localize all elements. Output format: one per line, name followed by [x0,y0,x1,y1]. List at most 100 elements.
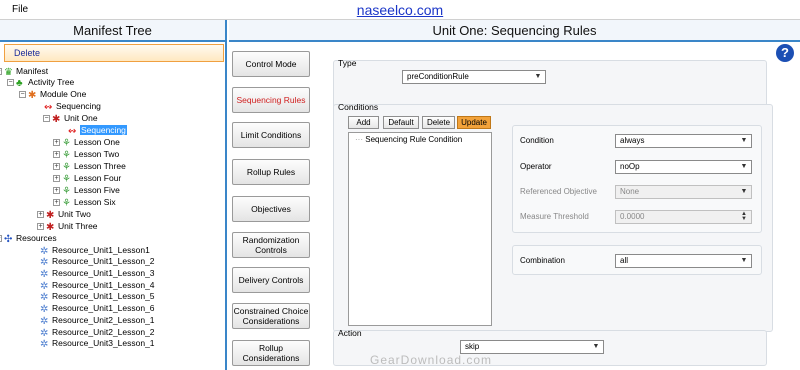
tree-item-label: Lesson Six [74,197,116,207]
add-condition-button[interactable]: Add [348,116,379,129]
expand-toggle-icon[interactable]: − [0,68,2,75]
chevron-down-icon: ▼ [740,163,748,170]
expand-toggle-icon[interactable]: − [19,91,26,98]
chevron-down-icon: ▼ [592,343,600,350]
expand-toggle-icon[interactable]: + [53,187,60,194]
combination-section: Combination all ▼ [512,245,762,275]
tree-item[interactable]: − ✱ Module One [19,88,86,101]
tree-item[interactable]: + ⚘ Lesson Four [53,172,121,185]
tree-item-label: Sequencing [80,125,127,135]
tree-item[interactable]: − ♣ Activity Tree [7,76,74,89]
main-panel: Unit One: Sequencing Rules ? Control Mod… [229,20,800,370]
tree-item[interactable]: − ✱ Unit One [43,112,98,125]
nav-objectives-button[interactable]: Objectives [232,196,310,222]
help-icon[interactable]: ? [776,44,794,62]
condition-select[interactable]: always ▼ [615,134,752,148]
tree-item-label: Resources [16,233,57,243]
nav-limit-conditions-button[interactable]: Limit Conditions [232,122,310,148]
expand-toggle-icon[interactable]: + [37,223,44,230]
nav-delivery-controls-button[interactable]: Delivery Controls [232,267,310,293]
tree-item-label: Unit Two [58,209,91,219]
measure-threshold-stepper: 0.0000 ▲ ▼ [615,210,752,224]
condition-select-value: always [620,136,645,145]
tree-item[interactable]: ✲ Resource_Unit1_Lesson_2 [40,255,155,268]
expand-toggle-icon[interactable]: + [53,139,60,146]
type-select-value: preConditionRule [407,72,469,81]
expand-toggle-icon[interactable]: − [43,115,50,122]
operator-select[interactable]: noOp ▼ [615,160,752,174]
tree-item-label: Resource_Unit1_Lesson_4 [52,280,155,290]
tree-item[interactable]: + ✱ Unit Three [37,220,98,233]
tree-item-label: Lesson Two [74,149,120,159]
tree-item[interactable]: + ⚘ Lesson Three [53,160,126,173]
chevron-down-icon: ▼ [740,257,748,264]
delete-condition-button[interactable]: Delete [422,116,455,129]
expand-toggle-icon[interactable]: − [7,79,14,86]
condition-label: Condition [520,136,554,145]
expand-toggle-icon[interactable]: + [53,175,60,182]
tree-item[interactable]: + ✱ Unit Two [37,208,91,221]
tree-item-label: Sequencing [56,101,101,111]
expand-toggle-icon[interactable]: + [53,199,60,206]
tree-item[interactable]: ✲ Resource_Unit3_Lesson_1 [40,337,155,350]
measure-threshold-label: Measure Threshold [520,212,589,221]
tree-item-label: Resource_Unit1_Lesson_6 [52,303,155,313]
operator-label: Operator [520,162,552,171]
tree-item-label: Unit Three [58,221,98,231]
tree-item-label: Resource_Unit1_Lesson_5 [52,291,155,301]
list-item[interactable]: ··· Sequencing Rule Condition [355,135,462,144]
tree-item[interactable]: ↭ Sequencing [68,124,127,137]
combination-select[interactable]: all ▼ [615,254,752,268]
tree-connector: ··· [355,135,363,144]
resources-icon: ✣ [4,234,13,245]
site-link[interactable]: naseelco.com [0,2,800,18]
tree-item[interactable]: ✲ Resource_Unit2_Lesson_1 [40,314,155,327]
condition-details-section: Condition always ▼ Operator noOp ▼ Refer… [512,125,762,233]
tree-item[interactable]: ✲ Resource_Unit1_Lesson_3 [40,267,155,280]
tree-item-label: Manifest [16,66,49,76]
tree-item[interactable]: + ⚘ Lesson Two [53,148,120,161]
conditions-section: Conditions Add Default Delete Update ···… [333,102,773,332]
expand-toggle-icon[interactable]: + [37,211,44,218]
type-title: Type [338,58,357,68]
tree-item[interactable]: −✣Resources [0,232,57,245]
unit-icon: ✱ [52,114,61,125]
conditions-list[interactable]: ··· Sequencing Rule Condition [348,132,492,326]
tree-item[interactable]: + ⚘ Lesson Six [53,196,116,209]
tree-item[interactable]: ↭ Sequencing [44,100,101,113]
tree-item[interactable]: + ⚘ Lesson Five [53,184,120,197]
type-select[interactable]: preConditionRule ▼ [402,70,546,84]
tree-item[interactable]: ✲ Resource_Unit1_Lesson_5 [40,290,155,303]
expand-toggle-icon[interactable]: + [53,151,60,158]
conditions-title: Conditions [338,102,379,112]
nav-control-mode-button[interactable]: Control Mode [232,51,310,77]
module-icon: ✱ [28,90,37,101]
combination-select-value: all [620,256,629,265]
combination-label: Combination [520,256,565,265]
tree-item[interactable]: ✲ Resource_Unit1_Lesson_6 [40,302,155,315]
watermark: GearDownload.com [370,353,493,367]
tree-item-label: Resource_Unit3_Lesson_1 [52,338,155,348]
tree-item[interactable]: + ⚘ Lesson One [53,136,120,149]
nav-rollup-considerations-button[interactable]: Rollup Considerations [232,340,310,366]
action-select[interactable]: skip ▼ [460,340,604,354]
expand-toggle-icon[interactable]: + [53,163,60,170]
expand-toggle-icon[interactable]: − [0,235,2,242]
delete-button[interactable]: Delete [4,44,224,62]
nav-randomization-controls-button[interactable]: Randomization Controls [232,232,310,258]
action-select-value: skip [465,342,480,351]
tree-item-label: Lesson One [74,137,120,147]
referenced-objective-label: Referenced Objective [520,187,597,196]
action-title: Action [338,328,362,338]
update-condition-button[interactable]: Update [457,116,491,129]
tree-item-label: Resource_Unit2_Lesson_2 [52,327,155,337]
nav-constrained-choice-button[interactable]: Constrained Choice Considerations [232,303,310,329]
tree-item-label: Resource_Unit1_Lesson1 [52,245,150,255]
manifest-tree-title: Manifest Tree [0,20,225,42]
tree-item-label: Unit One [64,113,98,123]
nav-rollup-rules-button[interactable]: Rollup Rules [232,159,310,185]
condition-item-label: Sequencing Rule Condition [365,135,463,144]
nav-sequencing-rules-button[interactable]: Sequencing Rules [232,87,310,113]
default-condition-button[interactable]: Default [383,116,419,129]
type-section: Type preConditionRule ▼ [333,58,767,110]
